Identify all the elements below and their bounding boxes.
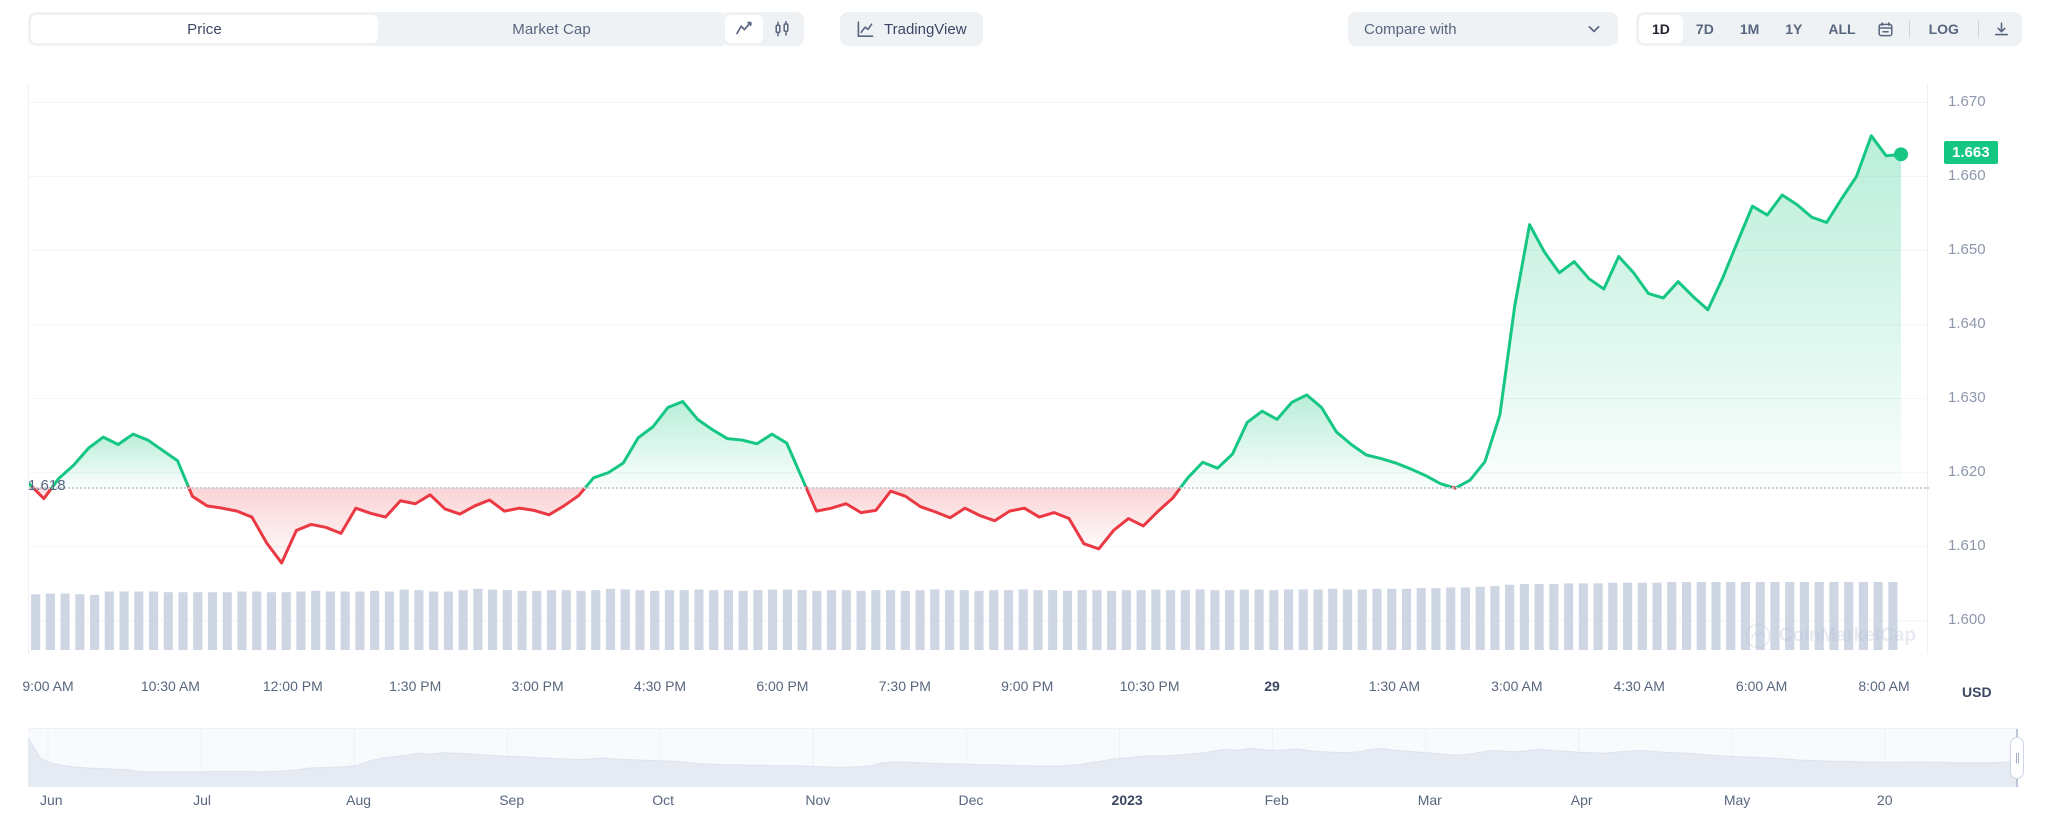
tradingview-label: TradingView [884, 20, 967, 38]
x-axis-tick: 6:00 AM [1735, 678, 1788, 694]
tradingview-chart-icon [856, 20, 875, 39]
navigator-right-handle[interactable]: || [2010, 737, 2024, 779]
y-axis-tick: 1.600 [1948, 610, 1986, 628]
x-axis-tick: 8:00 AM [1858, 678, 1910, 694]
current-price-marker [1894, 147, 1908, 162]
navigator-month-label: Oct [652, 792, 675, 808]
range-all-button[interactable]: ALL [1815, 15, 1868, 43]
navigator-month-label: Aug [346, 792, 372, 808]
tab-market-cap-label: Market Cap [512, 20, 591, 38]
chevron-down-icon [1586, 21, 1602, 37]
tradingview-button[interactable]: TradingView [840, 12, 983, 46]
range-navigator[interactable]: || [28, 728, 2024, 787]
navigator-month-label: Dec [958, 792, 984, 808]
navigator-month-label: Mar [1417, 792, 1442, 808]
baseline-dotted-line [29, 487, 1929, 490]
range-1y-label: 1Y [1785, 21, 1803, 37]
y-axis-tick: 1.640 [1948, 314, 1986, 332]
price-line-chart[interactable] [29, 84, 1929, 654]
x-axis-tick: 3:00 PM [511, 678, 564, 694]
navigator-axis: Jun Jul Aug Sep Oct Nov Dec 2023 Feb Mar Apr May 20 [0, 792, 2048, 822]
compare-with-label: Compare with [1364, 20, 1457, 38]
navigator-month-label: Feb [1264, 792, 1289, 808]
x-axis-tick: 9:00 AM [22, 678, 74, 694]
x-axis-tick: 10:30 AM [140, 678, 200, 694]
x-axis-tick: 4:30 PM [633, 678, 687, 694]
range-7d-label: 7D [1695, 21, 1714, 37]
chart-type-toggle[interactable] [722, 12, 804, 46]
current-price-badge: 1.663 [1944, 141, 1998, 165]
y-axis-tick: 1.670 [1948, 92, 1986, 110]
handle-grip-icon: || [2015, 752, 2020, 764]
tab-price[interactable]: Price [31, 15, 378, 43]
x-axis-tick: 29 [1264, 678, 1280, 694]
candlestick-icon [773, 20, 791, 38]
x-axis-tick: 12:00 PM [262, 678, 323, 694]
range-all-label: ALL [1828, 21, 1856, 37]
calendar-button[interactable] [1869, 15, 1903, 43]
x-axis-tick: 3:00 AM [1491, 678, 1543, 694]
x-axis-tick: 1:30 PM [389, 678, 442, 694]
log-scale-label: LOG [1928, 21, 1959, 37]
range-7d-button[interactable]: 7D [1683, 15, 1727, 43]
divider [1977, 20, 1979, 38]
x-axis-tick: 1:30 AM [1368, 678, 1421, 694]
candlestick-chart-button[interactable] [763, 15, 801, 43]
price-chart-page: Price Market Cap TradingView Compare wit… [0, 0, 2048, 834]
chart-toolbar: Price Market Cap TradingView Compare wit… [0, 0, 2048, 56]
navigator-area [28, 737, 2018, 787]
navigator-month-label: Sep [499, 792, 525, 808]
x-axis: 9:00 AM 10:30 AM 12:00 PM 1:30 PM 3:00 PM 4:3… [0, 678, 2048, 708]
x-axis-tick: 7:30 PM [878, 678, 931, 694]
range-1m-label: 1M [1739, 21, 1760, 37]
navigator-sparkline [28, 729, 2018, 787]
range-1m-button[interactable]: 1M [1727, 15, 1772, 43]
tab-market-cap[interactable]: Market Cap [378, 15, 725, 43]
y-axis-tick: 1.630 [1948, 388, 1986, 406]
navigator-month-label: Jun [40, 792, 63, 808]
navigator-month-label: Apr [1570, 792, 1593, 808]
navigator-month-label: May [1723, 792, 1751, 808]
time-range-group[interactable]: 1D 7D 1M 1Y ALL LOG [1636, 12, 2022, 46]
y-axis-tick: 1.660 [1948, 166, 1986, 184]
x-axis-tick: 10:30 PM [1119, 678, 1180, 694]
navigator-month-label: 2023 [1111, 792, 1143, 808]
volume-bars [31, 582, 1898, 650]
price-marketcap-toggle[interactable]: Price Market Cap [28, 12, 728, 46]
navigator-month-label: 20 [1876, 792, 1893, 808]
x-axis-tick: 9:00 PM [1001, 678, 1054, 694]
price-area-fill [29, 135, 1901, 563]
navigator-month-label: Jul [193, 792, 211, 808]
tab-price-label: Price [187, 20, 222, 38]
y-axis-tick: 1.650 [1948, 240, 1986, 258]
range-1d-button[interactable]: 1D [1639, 15, 1683, 43]
calendar-icon [1877, 21, 1894, 38]
y-axis-tick: 1.620 [1948, 462, 1986, 480]
navigator-month-label: Nov [805, 792, 831, 808]
line-chart-button[interactable] [725, 15, 763, 43]
download-button[interactable] [1985, 15, 2019, 43]
log-scale-button[interactable]: LOG [1916, 15, 1972, 43]
baseline-price-label: 1.618 [28, 477, 66, 495]
divider [1908, 20, 1910, 38]
y-axis-tick: 1.610 [1948, 536, 1986, 554]
compare-with-dropdown[interactable]: Compare with [1348, 12, 1618, 46]
plot-frame [28, 84, 1929, 654]
line-chart-icon [735, 20, 753, 38]
x-axis-tick: 4:30 AM [1613, 678, 1665, 694]
range-1d-label: 1D [1652, 21, 1670, 37]
range-1y-button[interactable]: 1Y [1772, 15, 1815, 43]
x-axis-tick: 6:00 PM [756, 678, 809, 694]
main-chart-area[interactable]: 1.618 CoinMarketCap 1.670 1.660 1.650 1.640… [0, 58, 2048, 718]
download-icon [1993, 21, 2010, 38]
